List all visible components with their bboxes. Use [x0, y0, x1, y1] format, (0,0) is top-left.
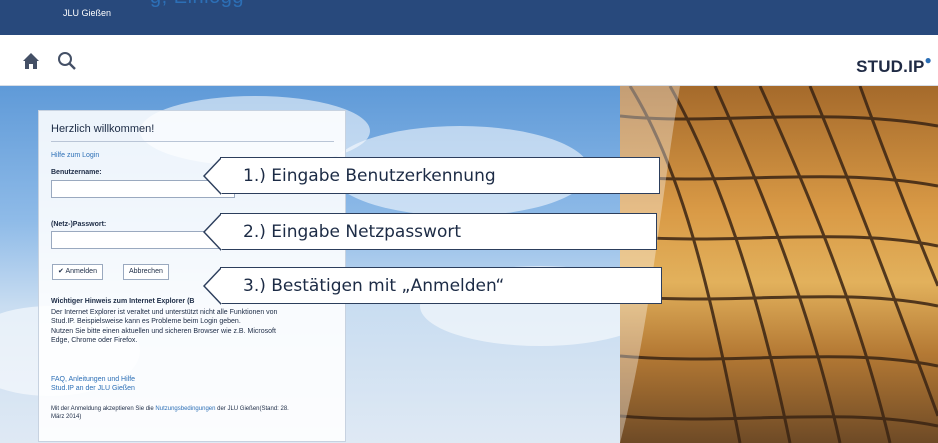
ie-warning-line-2: Stud.IP. Beispielsweise kann es Probleme…: [51, 318, 241, 325]
search-icon[interactable]: [57, 51, 77, 71]
caption-fragment: g, Einlogg: [0, 0, 938, 8]
studip-logo[interactable]: STUD.IP●: [856, 53, 932, 77]
callout-pointer-fill: [205, 268, 222, 304]
home-icon[interactable]: [22, 52, 40, 70]
cancel-button[interactable]: Abbrechen: [123, 264, 169, 280]
login-button[interactable]: ✔ Anmelden: [52, 264, 103, 280]
main-toolbar: STUD.IP●: [0, 35, 938, 86]
callout-pointer-fill: [205, 158, 222, 194]
callout-pointer-fill: [205, 214, 222, 250]
building-illustration: [620, 86, 938, 443]
callout-3: 3.) Bestätigen mit „Anmelden“: [203, 267, 662, 305]
welcome-title: Herzlich willkommen!: [51, 123, 155, 135]
terms-link[interactable]: Nutzungsbedingungen: [155, 406, 215, 412]
ie-warning-line-4: Edge, Chrome oder Firefox.: [51, 337, 138, 344]
terms-suffix: der JLU Gießen(Stand: 28.: [215, 406, 289, 412]
divider: [51, 141, 334, 142]
callout-1: 1.) Eingabe Benutzerkennung: [203, 157, 660, 195]
faq-link[interactable]: FAQ, Anleitungen und Hilfe: [51, 375, 135, 384]
ie-warning-line-3: Nutzen Sie bitte einen aktuellen und sic…: [51, 328, 276, 335]
terms-prefix: Mit der Anmeldung akzeptieren Sie die: [51, 406, 156, 412]
logo-mark-icon: ●: [924, 53, 932, 67]
terms-date: März 2014): [51, 414, 82, 420]
help-login-link[interactable]: Hilfe zum Login: [51, 151, 99, 160]
ie-warning-line-1: Der Internet Explorer ist veraltet und u…: [51, 309, 278, 316]
studip-jlu-link[interactable]: Stud.IP an der JLU Gießen: [51, 384, 135, 393]
callout-2-text: 2.) Eingabe Netzpasswort: [243, 222, 462, 242]
username-label: Benutzername:: [51, 169, 102, 176]
callout-1-text: 1.) Eingabe Benutzerkennung: [243, 166, 496, 186]
login-button-label: Anmelden: [65, 268, 97, 275]
callout-3-text: 3.) Bestätigen mit „Anmelden“: [243, 276, 505, 296]
institution-label[interactable]: JLU Gießen: [63, 8, 111, 18]
callout-2: 2.) Eingabe Netzpasswort: [203, 213, 657, 251]
top-bar: g, Einlogg JLU Gießen: [0, 0, 938, 35]
terms-text: Mit der Anmeldung akzeptieren Sie die Nu…: [51, 405, 289, 414]
ie-warning-heading: Wichtiger Hinweis zum Internet Explorer …: [51, 298, 195, 305]
logo-text: STUD.IP: [856, 57, 925, 76]
password-label: (Netz-)Passwort:: [51, 221, 107, 228]
check-icon: ✔: [58, 268, 64, 275]
